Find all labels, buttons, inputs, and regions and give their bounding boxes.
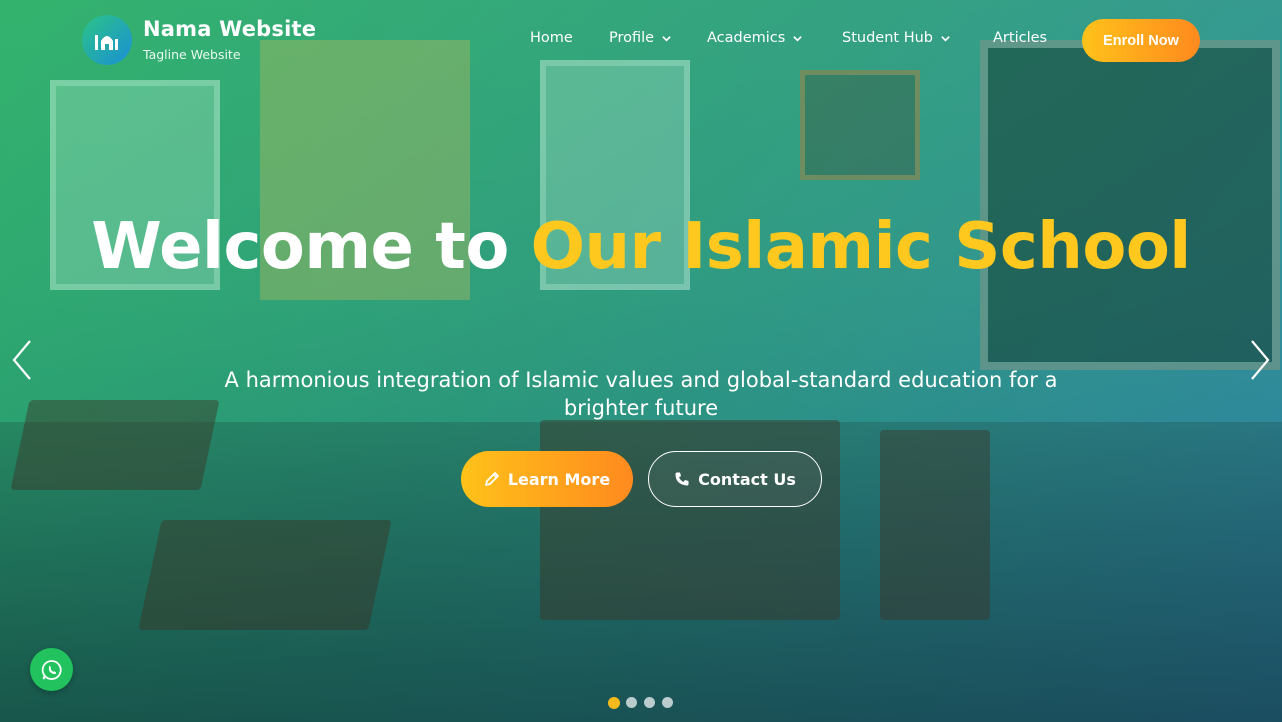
chevron-down-icon — [662, 35, 671, 42]
carousel-dot-2[interactable] — [626, 697, 637, 708]
phone-icon — [675, 472, 689, 486]
chalkboard — [980, 40, 1280, 370]
school-desk — [10, 400, 220, 490]
learn-more-label: Learn More — [507, 469, 611, 489]
wall-portrait — [800, 70, 920, 180]
hero-section — [0, 0, 1282, 722]
carousel-dot-1[interactable] — [608, 696, 620, 709]
contact-us-button[interactable]: Contact Us — [648, 451, 822, 507]
chevron-left-icon[interactable] — [8, 338, 36, 382]
chevron-down-icon — [793, 35, 803, 42]
hero-subtitle: A harmonious integration of Islamic valu… — [224, 368, 1058, 420]
nav-label: Student Hub — [842, 30, 933, 46]
site-name[interactable]: Nama Website — [143, 17, 316, 41]
hero-title-part1: Welcome to — [91, 210, 531, 284]
nav-label: Academics — [707, 30, 786, 46]
hero-title-accent: Our Islamic School — [530, 210, 1192, 284]
whatsapp-button[interactable] — [30, 648, 73, 691]
teacher-chair — [880, 430, 990, 620]
whatsapp-icon — [41, 659, 62, 680]
hero-title: Welcome to Our Islamic School — [0, 215, 1282, 279]
contact-us-label: Contact Us — [698, 469, 796, 489]
carousel-dot-3[interactable] — [644, 697, 655, 708]
hero-background-image — [0, 0, 1282, 722]
site-tagline: Tagline Website — [143, 47, 241, 62]
pencil-icon — [484, 472, 499, 486]
nav-label: Profile — [609, 30, 655, 46]
site-logo[interactable] — [82, 15, 132, 65]
nav-item-academics[interactable]: Academics — [707, 30, 803, 46]
nav-label: Home — [530, 30, 573, 46]
enroll-now-button[interactable]: Enroll Now — [1082, 19, 1200, 62]
nav-item-profile[interactable]: Profile — [609, 30, 672, 46]
nav-item-student-hub[interactable]: Student Hub — [842, 30, 951, 46]
carousel-dot-4[interactable] — [662, 697, 673, 708]
nav-item-articles[interactable]: Articles — [993, 30, 1047, 46]
carousel-pagination — [0, 696, 1282, 709]
chevron-right-icon[interactable] — [1246, 338, 1274, 382]
nav-label: Articles — [993, 30, 1048, 46]
chevron-down-icon — [941, 35, 950, 42]
nav-item-home[interactable]: Home — [530, 30, 573, 46]
school-desk — [138, 520, 392, 630]
teacher-desk — [540, 420, 840, 620]
learn-more-button[interactable]: Learn More — [461, 451, 633, 507]
mosque-icon — [95, 35, 118, 50]
